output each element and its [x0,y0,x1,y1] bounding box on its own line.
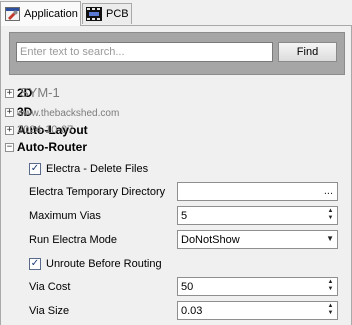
electra-delete-files-label: Electra - Delete Files [46,163,149,175]
tab-application-label: Application [24,8,78,20]
via-cost-value: 50 [181,281,194,293]
search-bar: Find [9,32,345,75]
max-vias-label: Maximum Vias [29,210,101,222]
via-size-label: Via Size [29,305,70,317]
overlay-text-site: www.thebackshed.com [17,108,120,119]
electra-temp-dir-label: Electra Temporary Directory [29,186,166,198]
browse-button[interactable]: ... [324,185,333,197]
tab-pcb[interactable]: PCB [82,3,132,24]
search-input[interactable] [16,42,273,62]
tab-bar: Application PCB [0,0,352,26]
max-vias-value: 5 [181,210,188,222]
application-settings-icon [5,7,20,21]
pcb-board-icon [86,7,102,21]
via-cost-label: Via Cost [29,281,71,293]
via-cost-field[interactable]: 50 ▲ ▼ [177,277,338,296]
spinner-icon[interactable]: ▲ ▼ [326,303,335,318]
spin-down-icon[interactable]: ▼ [328,310,334,316]
spin-up-icon[interactable]: ▲ [328,303,334,309]
overlay-text-date: 2024-10-07 [17,124,74,136]
category-auto-router[interactable]: − Auto-Router [1,140,351,156]
options-panel: Find + 2D SYM-1 + 3D www.thebackshed.com… [0,26,352,325]
spin-down-icon[interactable]: ▼ [328,215,334,221]
spinner-icon[interactable]: ▲ ▼ [326,208,335,223]
unroute-before-routing-checkbox[interactable]: ✓ [29,258,41,270]
unroute-before-routing-row: ✓ Unroute Before Routing [29,256,162,272]
expand-icon[interactable]: + [5,126,14,135]
electra-delete-files-row: ✓ Electra - Delete Files [29,161,148,177]
expand-icon[interactable]: + [5,108,14,117]
run-electra-mode-label: Run Electra Mode [29,234,118,246]
expand-icon[interactable]: + [5,89,14,98]
tab-application[interactable]: Application [0,1,81,26]
find-button[interactable]: Find [278,42,337,62]
unroute-before-routing-label: Unroute Before Routing [46,258,162,270]
electra-temp-dir-field[interactable]: ... [177,182,338,201]
collapse-icon[interactable]: − [5,143,14,152]
run-electra-mode-value: DoNotShow [181,234,240,246]
category-label: Auto-Router [17,140,87,154]
tab-pcb-label: PCB [106,8,129,20]
electra-delete-files-checkbox[interactable]: ✓ [29,163,41,175]
spin-down-icon[interactable]: ▼ [328,286,334,292]
spin-up-icon[interactable]: ▲ [328,279,334,285]
via-size-value: 0.03 [181,305,203,317]
run-electra-mode-select[interactable]: DoNotShow ▼ [177,230,338,249]
overlay-text-sym: SYM-1 [20,85,60,100]
spin-up-icon[interactable]: ▲ [328,208,334,214]
chevron-down-icon[interactable]: ▼ [326,234,334,243]
max-vias-field[interactable]: 5 ▲ ▼ [177,206,338,225]
spinner-icon[interactable]: ▲ ▼ [326,279,335,294]
via-size-field[interactable]: 0.03 ▲ ▼ [177,301,338,320]
